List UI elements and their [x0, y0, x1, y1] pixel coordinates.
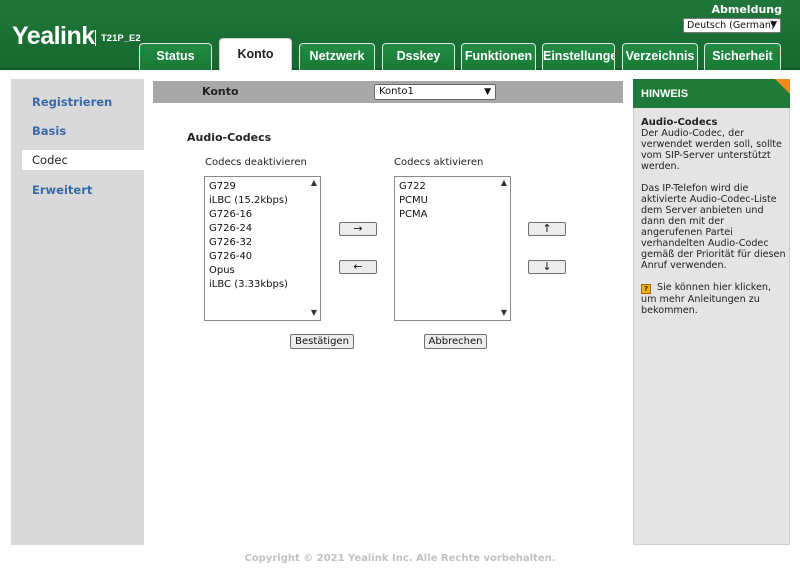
- enabled-codecs-list[interactable]: G722 PCMU PCMA ▲ ▼: [394, 176, 511, 321]
- logo-separator: [95, 30, 96, 46]
- section-title: Audio-Codecs: [187, 131, 272, 144]
- list-item[interactable]: G726-16: [205, 208, 306, 222]
- list-item[interactable]: iLBC (15.2kbps): [205, 194, 306, 208]
- list-item[interactable]: Opus: [205, 264, 306, 278]
- list-item[interactable]: PCMA: [395, 208, 496, 222]
- chevron-down-icon: ▼: [770, 20, 777, 30]
- confirm-button[interactable]: Bestätigen: [290, 334, 354, 349]
- tab-einstellungen[interactable]: Einstellungen: [542, 43, 615, 70]
- disabled-codecs-label: Codecs deaktivieren: [205, 157, 307, 168]
- list-item[interactable]: PCMU: [395, 194, 496, 208]
- chevron-down-icon: ▼: [484, 87, 491, 97]
- sidebar-item-codec[interactable]: Codec: [22, 150, 147, 170]
- tab-dsskey[interactable]: Dsskey: [382, 43, 455, 70]
- hint-title: HINWEIS: [633, 79, 790, 108]
- account-select[interactable]: Konto1 ▼: [374, 84, 496, 100]
- move-up-button[interactable]: ↑: [528, 222, 566, 236]
- footer-copyright: Copyright © 2021 Yealink Inc. Alle Recht…: [244, 553, 556, 564]
- hint-help-text[interactable]: Sie können hier klicken, um mehr Anleitu…: [641, 282, 771, 316]
- sidebar-item-basis[interactable]: Basis: [22, 121, 147, 141]
- move-right-button[interactable]: →: [339, 222, 377, 236]
- hint-paragraph-2: Das IP-Telefon wird die aktivierte Audio…: [641, 183, 786, 271]
- tab-funktionen[interactable]: Funktionen: [461, 43, 536, 70]
- logout-link[interactable]: Abmeldung: [712, 3, 783, 16]
- tab-konto[interactable]: Konto: [219, 38, 292, 71]
- sidebar: [11, 79, 144, 545]
- account-label: Konto: [202, 85, 239, 98]
- enabled-codecs-label: Codecs aktivieren: [394, 157, 484, 168]
- list-item[interactable]: G726-32: [205, 236, 306, 250]
- tab-status[interactable]: Status: [139, 43, 212, 70]
- help-icon[interactable]: ?: [641, 284, 651, 294]
- sidebar-item-erweitert[interactable]: Erweitert: [22, 180, 147, 200]
- hint-heading: Audio-Codecs: [641, 117, 718, 128]
- scroll-down-icon[interactable]: ▼: [501, 308, 507, 317]
- language-select[interactable]: Deutsch (German) ▼: [683, 18, 781, 33]
- tab-sicherheit[interactable]: Sicherheit: [704, 43, 781, 70]
- list-item[interactable]: G726-24: [205, 222, 306, 236]
- list-item[interactable]: G726-40: [205, 250, 306, 264]
- model-label: T21P_E2: [101, 33, 141, 44]
- list-item[interactable]: G722: [395, 180, 496, 194]
- list-item[interactable]: iLBC (3.33kbps): [205, 278, 306, 292]
- move-down-button[interactable]: ↓: [528, 260, 566, 274]
- disabled-codecs-list[interactable]: G729 iLBC (15.2kbps) G726-16 G726-24 G72…: [204, 176, 321, 321]
- tab-verzeichnis[interactable]: Verzeichnis: [622, 43, 698, 70]
- move-left-button[interactable]: ←: [339, 260, 377, 274]
- cancel-button[interactable]: Abbrechen: [424, 334, 487, 349]
- scroll-up-icon[interactable]: ▲: [311, 178, 317, 187]
- hint-corner-accent: [775, 79, 790, 94]
- tab-netzwerk[interactable]: Netzwerk: [299, 43, 375, 70]
- language-select-value: Deutsch (German): [687, 20, 775, 31]
- sidebar-item-registrieren[interactable]: Registrieren: [22, 92, 147, 112]
- list-item[interactable]: G729: [205, 180, 306, 194]
- yealink-logo: Yealink: [12, 22, 95, 50]
- hint-body: Audio-Codecs Der Audio-Codec, der verwen…: [641, 117, 786, 327]
- hint-paragraph-1: Der Audio-Codec, der verwendet werden so…: [641, 128, 782, 172]
- scroll-down-icon[interactable]: ▼: [311, 308, 317, 317]
- scroll-up-icon[interactable]: ▲: [501, 178, 507, 187]
- account-select-value: Konto1: [379, 86, 414, 97]
- hint-help-link[interactable]: ? Sie können hier klicken, um mehr Anleit…: [641, 282, 786, 316]
